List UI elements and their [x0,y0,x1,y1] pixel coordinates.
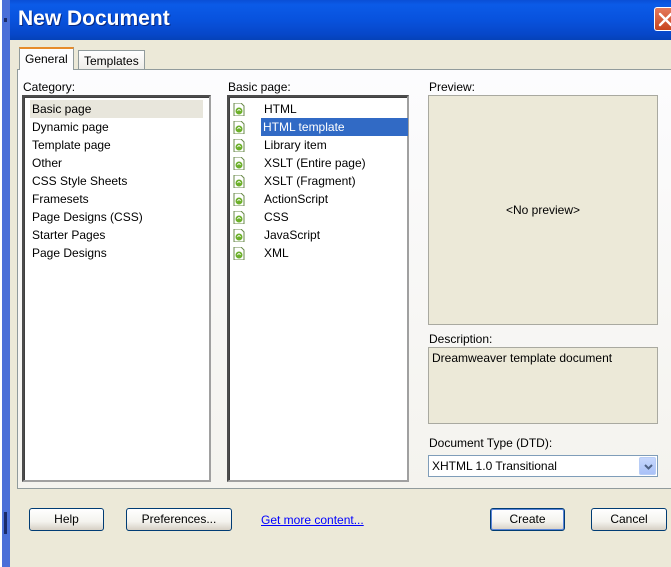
category-item-page-designs[interactable]: Page Designs [30,244,109,262]
window-title: New Document [18,7,170,30]
basic-page-item-label: XSLT (Entire page) [264,156,366,170]
dreamweaver-file-icon [233,139,245,152]
tab-templates[interactable]: Templates [78,50,145,71]
category-item-css-style-sheets[interactable]: CSS Style Sheets [30,172,129,190]
background-mark [4,18,7,22]
category-item-framesets[interactable]: Framesets [30,190,91,208]
dropdown-button[interactable] [639,457,656,475]
preview-placeholder: <No preview> [505,203,581,217]
basic-page-item-label: Library item [264,138,327,152]
basic-page-item-label: HTML [264,102,297,116]
category-list[interactable]: Basic page Dynamic page Template page Ot… [22,95,211,482]
background-mark [4,512,7,534]
title-bar[interactable]: New Document [10,0,671,40]
doctype-value: XHTML 1.0 Transitional [432,459,557,473]
doctype-select[interactable]: XHTML 1.0 Transitional [428,455,658,477]
description-box: Dreamweaver template document [428,347,658,424]
dreamweaver-file-icon [233,103,245,116]
chevron-down-icon [644,464,653,470]
preview-label: Preview: [429,80,476,94]
category-item-template-page[interactable]: Template page [30,136,113,154]
dreamweaver-file-icon [233,193,245,206]
description-label: Description: [429,332,493,346]
basic-page-list[interactable]: HTML HTML template Library item XSLT (En… [227,95,409,482]
close-button[interactable] [654,7,671,31]
preview-pane: <No preview> [428,95,658,325]
tab-general[interactable]: General [19,47,74,70]
new-document-dialog: New Document General Templates Category:… [10,0,671,567]
dreamweaver-file-icon [233,229,245,242]
category-item-other[interactable]: Other [30,154,64,172]
category-item-basic-page[interactable]: Basic page [30,100,203,118]
basic-page-item-label: HTML template [261,118,408,136]
preferences-button[interactable]: Preferences... [126,508,232,531]
dreamweaver-file-icon [233,247,245,260]
category-item-dynamic-page[interactable]: Dynamic page [30,118,111,136]
dreamweaver-file-icon [233,175,245,188]
cancel-button[interactable]: Cancel [591,508,667,531]
category-item-page-designs-css[interactable]: Page Designs (CSS) [30,208,145,226]
close-icon [658,12,671,27]
doctype-label: Document Type (DTD): [429,436,553,450]
dreamweaver-file-icon [233,211,245,224]
basic-page-label: Basic page: [228,80,291,94]
category-label: Category: [23,80,76,94]
basic-page-item-label: ActionScript [264,192,329,206]
dreamweaver-file-icon [233,121,245,134]
create-button[interactable]: Create [490,508,565,531]
tab-general-label: General [25,52,68,66]
tab-templates-label: Templates [84,54,139,68]
basic-page-item-label: XML [264,246,289,260]
help-button[interactable]: Help [29,508,104,531]
get-more-content-link[interactable]: Get more content... [261,513,364,527]
category-item-starter-pages[interactable]: Starter Pages [30,226,107,244]
basic-page-item-label: JavaScript [264,228,321,242]
description-text: Dreamweaver template document [432,351,613,365]
basic-page-item-label: XSLT (Fragment) [264,174,356,188]
dreamweaver-file-icon [233,157,245,170]
basic-page-item-label: CSS [264,210,289,224]
